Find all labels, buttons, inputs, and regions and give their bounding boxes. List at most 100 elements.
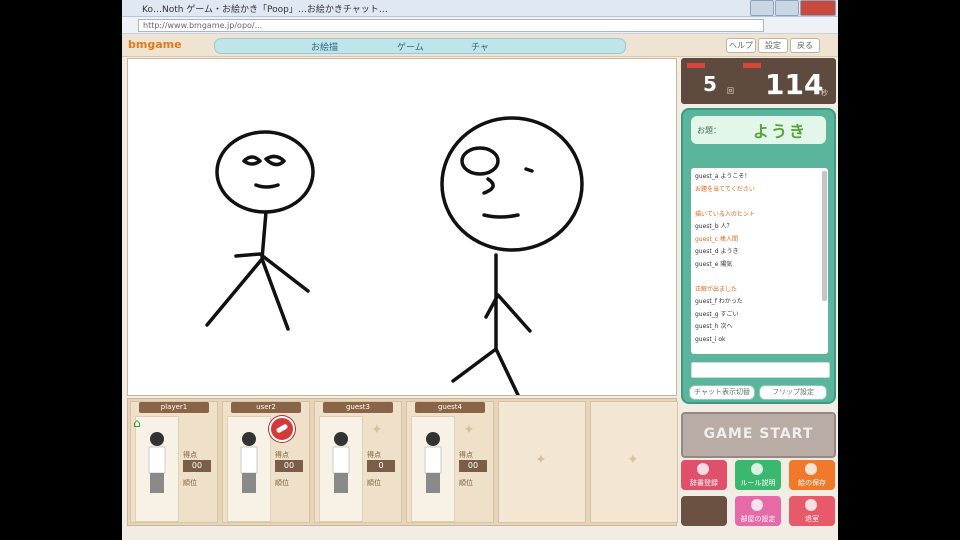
star-icon: ✦ — [627, 452, 639, 468]
action-label: 退室 — [805, 515, 819, 523]
score-label: 得点 — [275, 451, 289, 459]
action-icon — [697, 463, 709, 475]
chat-message: guest_c 棒人間 — [695, 235, 738, 243]
chat-input[interactable] — [691, 362, 830, 378]
action-label: 辞書登録 — [690, 479, 718, 487]
action-icon — [751, 463, 763, 475]
window-title: Ko…Noth ゲーム・お絵かき「Poop」…お絵かきチャット… — [142, 5, 388, 15]
player-score: 00 — [459, 460, 487, 472]
star-icon: ✦ — [535, 452, 547, 468]
rank-label: 順位 — [275, 479, 289, 487]
chat-toggle-button[interactable]: チャット表示切替 — [689, 385, 755, 400]
player-name: user2 — [231, 402, 301, 413]
player-name: guest4 — [415, 402, 485, 413]
player-slot-2[interactable]: user2 得点 00 順位 — [222, 401, 310, 523]
address-bar: http://www.bmgame.jp/opo/... — [122, 17, 838, 34]
chat-panel: お題： ようき guest_a ようこそ！ お題を当ててください 描いている人のヒン… — [681, 108, 836, 404]
site-nav: お絵描 ゲーム チャ — [214, 38, 626, 54]
chat-log[interactable]: guest_a ようこそ！ お題を当ててください 描いている人のヒント guest_b… — [691, 168, 828, 354]
maximize-button[interactable] — [775, 0, 799, 16]
action-label: 部屋の設定 — [740, 515, 776, 523]
star-icon: ✦ — [463, 422, 475, 438]
timer-tag — [743, 63, 761, 68]
action-button[interactable]: 部屋の設定 — [735, 496, 781, 526]
help-button[interactable]: ヘルプ — [726, 38, 756, 53]
chat-message: guest_f わかった — [695, 298, 743, 305]
player-avatar — [411, 416, 455, 522]
drawer-badge-icon — [269, 416, 295, 442]
chat-message — [695, 272, 820, 282]
nav-tab-1[interactable]: お絵描 — [311, 40, 338, 53]
player-score: 00 — [183, 460, 211, 472]
url-field[interactable]: http://www.bmgame.jp/opo/... — [138, 19, 764, 32]
theme-header: お題： ようき — [691, 116, 826, 144]
star-icon: ✦ — [371, 422, 383, 438]
chat-message: guest_a ようこそ！ — [695, 173, 751, 180]
action-button[interactable]: ルール説明 — [735, 460, 781, 490]
stick-figure-right — [440, 116, 584, 397]
player-name: guest3 — [323, 402, 393, 413]
window-controls — [750, 0, 836, 16]
player-score: 00 — [275, 460, 303, 472]
score-label: 得点 — [367, 451, 381, 459]
empty-slot: ✦ — [590, 401, 678, 523]
stick-figure-left — [205, 130, 315, 331]
rank-label: 順位 — [367, 479, 381, 487]
game-start-button[interactable]: GAME START — [681, 412, 836, 458]
player-avatar — [227, 416, 271, 522]
action-button[interactable]: 辞書登録 — [681, 460, 727, 490]
host-icon: ⌂ — [133, 416, 141, 430]
empty-slot: ✦ — [498, 401, 586, 523]
close-button[interactable] — [800, 0, 836, 16]
rank-label: 順位 — [183, 479, 197, 487]
chat-message: guest_d ようき — [695, 248, 739, 255]
flip-setting-button[interactable]: フリップ設定 — [759, 385, 827, 400]
action-label: 絵の保存 — [798, 479, 826, 487]
score-label: 得点 — [459, 451, 473, 459]
player-avatar — [135, 416, 179, 522]
action-icon — [751, 499, 763, 511]
chat-message: guest_g すごい — [695, 310, 739, 318]
chat-message: guest_e 陽気 — [695, 260, 733, 268]
action-icon — [805, 463, 817, 475]
drawing-canvas[interactable] — [127, 58, 677, 397]
player-name: player1 — [139, 402, 209, 413]
action-button[interactable]: 退室 — [789, 496, 835, 526]
chat-message: guest_i ok — [695, 335, 726, 343]
chat-message: guest_b 人？ — [695, 223, 733, 230]
chat-message — [695, 197, 820, 207]
player-slot-4[interactable]: guest4 ✦ 得点 00 順位 — [406, 401, 494, 523]
canvas-drawing — [205, 116, 584, 397]
player-slot-1[interactable]: player1 ⌂ 得点 00 順位 — [130, 401, 218, 523]
chat-scrollbar[interactable] — [822, 171, 827, 301]
player-slot-3[interactable]: guest3 ✦ 得点 0 順位 — [314, 401, 402, 523]
timer-unit: 秒 — [821, 89, 828, 97]
player-score: 0 — [367, 460, 395, 472]
title-bar: Ko…Noth ゲーム・お絵かき「Poop」…お絵かきチャット… — [122, 0, 838, 17]
action-button[interactable]: 絵の保存 — [789, 460, 835, 490]
rank-label: 順位 — [459, 479, 473, 487]
action-icon — [805, 499, 817, 511]
site-header: bmgame お絵描 ゲーム チャ ヘルプ 設定 戻る — [122, 34, 838, 57]
nav-tab-3[interactable]: チャ — [471, 40, 489, 53]
round-timer-box: 5 回 114 秒 — [681, 58, 836, 104]
back-button[interactable]: 戻る — [790, 38, 820, 53]
action-label: ルール説明 — [740, 479, 776, 487]
browser-window: Ko…Noth ゲーム・お絵かき「Poop」…お絵かきチャット… http://… — [122, 0, 838, 540]
round-tag — [687, 63, 705, 68]
settings-button[interactable]: 設定 — [758, 38, 788, 53]
timer-value: 114 — [765, 68, 824, 101]
score-label: 得点 — [183, 451, 197, 459]
site-logo[interactable]: bmgame — [128, 38, 182, 51]
player-avatar — [319, 416, 363, 522]
chat-message: 描いている人のヒント — [695, 210, 755, 218]
nav-tab-2[interactable]: ゲーム — [397, 40, 424, 53]
chat-message: お題を当ててください — [695, 185, 755, 193]
right-panel: 5 回 114 秒 お題： ようき guest_a ようこそ！ お題を当ててくださ… — [681, 58, 836, 528]
theme-label: お題： — [697, 126, 721, 135]
status-block — [681, 496, 727, 526]
minimize-button[interactable] — [750, 0, 774, 16]
player-list: player1 ⌂ 得点 00 順位 user2 得点 00 順位 guest3… — [127, 398, 678, 526]
round-count: 5 — [703, 72, 717, 96]
round-unit: 回 — [727, 87, 734, 95]
